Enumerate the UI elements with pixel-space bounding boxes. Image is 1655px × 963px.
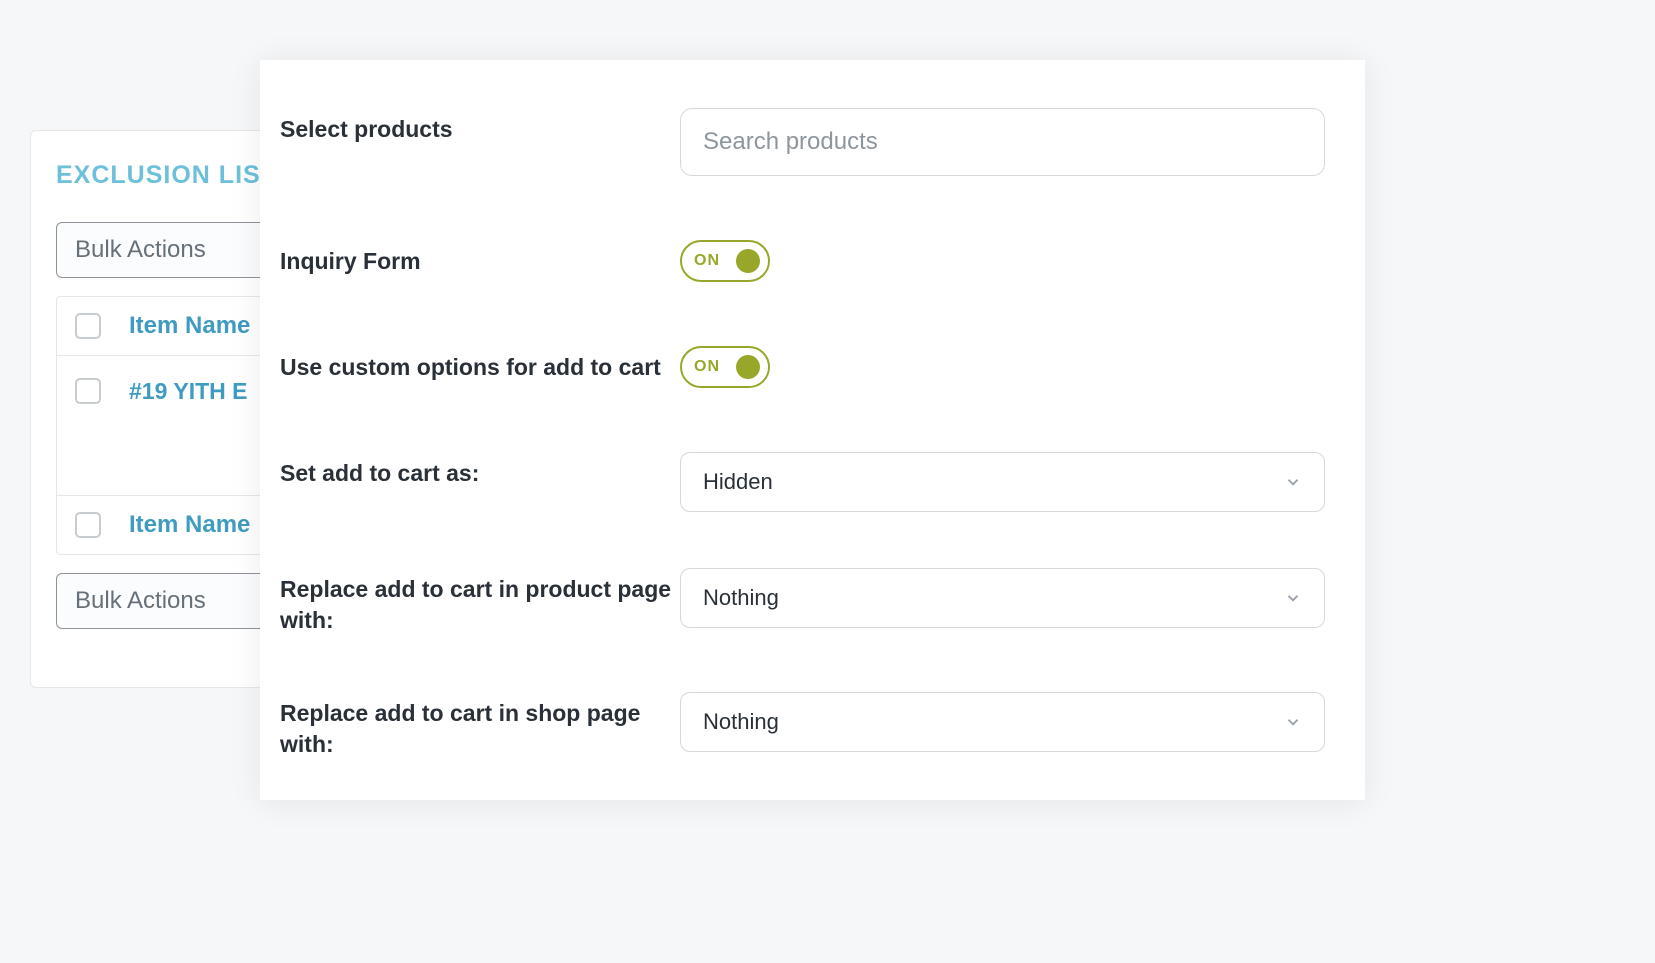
- inquiry-form-toggle[interactable]: ON: [680, 240, 770, 282]
- chevron-down-icon-2: [1284, 589, 1302, 607]
- row-set-add-to-cart: Set add to cart as: Hidden: [280, 452, 1325, 512]
- row-custom-options: Use custom options for add to cart ON: [280, 346, 1325, 388]
- search-products-input[interactable]: [680, 108, 1325, 176]
- label-inquiry-form: Inquiry Form: [280, 240, 680, 277]
- bulk-actions-label: Bulk Actions: [75, 236, 206, 264]
- label-replace-shop: Replace add to cart in shop page with:: [280, 692, 680, 760]
- replace-shop-select[interactable]: Nothing: [680, 692, 1325, 752]
- toggle-on-label: ON: [694, 252, 720, 270]
- select-all-checkbox[interactable]: [75, 313, 101, 339]
- row-replace-shop: Replace add to cart in shop page with: N…: [280, 692, 1325, 760]
- custom-options-toggle[interactable]: ON: [680, 346, 770, 388]
- chevron-down-icon-3: [1284, 713, 1302, 731]
- toggle-knob-icon: [736, 249, 760, 273]
- select-value-3: Nothing: [703, 709, 779, 735]
- toggle-on-label-2: ON: [694, 358, 720, 376]
- label-set-add-to-cart: Set add to cart as:: [280, 452, 680, 489]
- row-item-link[interactable]: #19 YITH E: [129, 378, 247, 405]
- label-replace-product: Replace add to cart in product page with…: [280, 568, 680, 636]
- column-item-name[interactable]: Item Name: [129, 312, 250, 340]
- replace-product-select[interactable]: Nothing: [680, 568, 1325, 628]
- row-checkbox[interactable]: [75, 378, 101, 404]
- row-select-products: Select products: [280, 108, 1325, 176]
- settings-modal: Select products Inquiry Form ON Use cust…: [260, 60, 1365, 800]
- bulk-actions-label-bottom: Bulk Actions: [75, 587, 206, 615]
- select-value: Hidden: [703, 469, 773, 495]
- chevron-down-icon: [1284, 473, 1302, 491]
- row-inquiry-form: Inquiry Form ON: [280, 240, 1325, 282]
- toggle-knob-icon-2: [736, 355, 760, 379]
- label-select-products: Select products: [280, 108, 680, 145]
- column-item-name-footer[interactable]: Item Name: [129, 511, 250, 539]
- label-custom-options: Use custom options for add to cart: [280, 346, 680, 383]
- select-value-2: Nothing: [703, 585, 779, 611]
- row-replace-product: Replace add to cart in product page with…: [280, 568, 1325, 636]
- set-add-to-cart-select[interactable]: Hidden: [680, 452, 1325, 512]
- select-all-checkbox-bottom[interactable]: [75, 512, 101, 538]
